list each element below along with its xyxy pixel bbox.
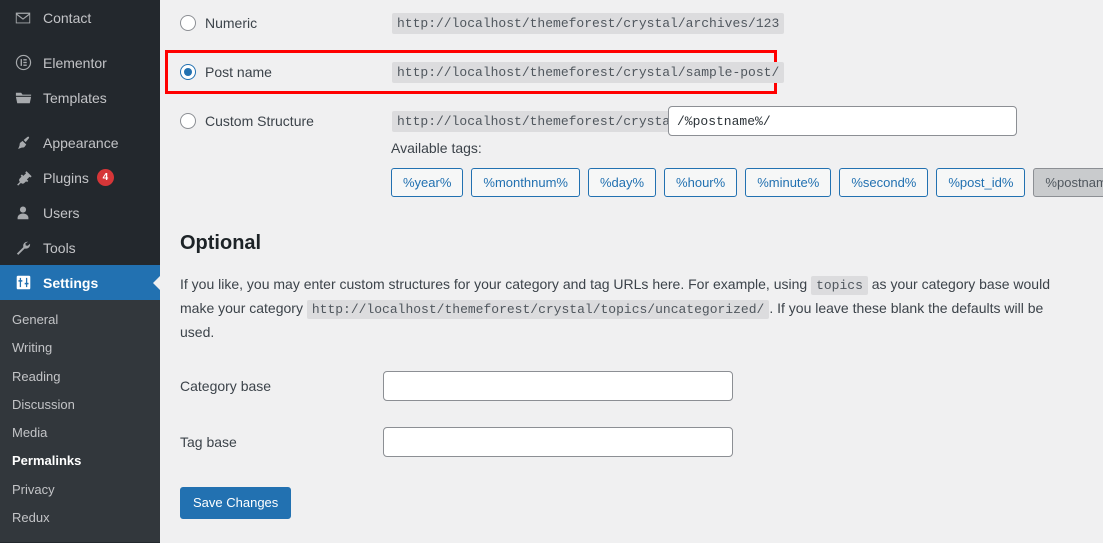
submenu-item-label: Media (12, 425, 48, 440)
tag-button-day[interactable]: %day% (587, 168, 657, 197)
submenu-item-media[interactable]: Media (0, 419, 160, 447)
submenu-item-label: Permalinks (12, 453, 82, 469)
permalink-option-label: Custom Structure (205, 113, 314, 129)
submenu-item-writing[interactable]: Writing (0, 334, 160, 362)
desc-code-category-url: http://localhost/themeforest/crystal/top… (306, 299, 770, 319)
available-tags-row: %year% %monthnum% %day% %hour% %minute% … (160, 168, 1103, 197)
sidebar-item-users[interactable]: Users (0, 195, 160, 230)
permalink-option-post-name-row[interactable]: Post name http://localhost/themeforest/c… (160, 46, 1103, 98)
submenu-item-label: General (12, 312, 59, 327)
permalinks-settings-content: Numeric http://localhost/themeforest/cry… (160, 0, 1103, 543)
permalink-option-url: http://localhost/themeforest/crystal/arc… (392, 12, 785, 34)
brush-icon (12, 133, 34, 153)
radio-post-name[interactable] (180, 64, 196, 80)
sidebar-item-settings[interactable]: Settings (0, 265, 161, 300)
submenu-item-label: Discussion (12, 396, 75, 412)
sidebar-item-tools[interactable]: Tools (0, 230, 160, 265)
permalink-option-custom-structure-row[interactable]: Custom Structure http://localhost/themef… (160, 98, 1103, 144)
tag-base-row: Tag base (160, 426, 1103, 457)
tag-button-hour[interactable]: %hour% (664, 168, 738, 197)
category-base-input[interactable] (383, 370, 733, 401)
permalink-option-label: Post name (205, 64, 272, 80)
elementor-icon (12, 53, 34, 73)
category-base-label: Category base (180, 377, 272, 394)
tag-button-year[interactable]: %year% (391, 168, 464, 197)
sidebar-item-label: Tools (43, 239, 76, 256)
menu-separator (0, 115, 160, 125)
submenu-item-redux[interactable]: Redux (0, 504, 160, 532)
sidebar-item-label: Elementor (43, 54, 107, 71)
desc-text-part-1: If you like, you may enter custom struct… (180, 276, 812, 292)
sidebar-item-contact[interactable]: Contact (0, 0, 160, 35)
sidebar-item-plugins[interactable]: Plugins 4 (0, 160, 160, 195)
settings-submenu: General Writing Reading Discussion Media… (0, 300, 160, 542)
permalink-option-url: http://localhost/themeforest/crystal/sam… (392, 61, 785, 83)
menu-separator (0, 35, 160, 45)
sidebar-item-templates[interactable]: Templates (0, 80, 160, 115)
tag-base-label: Tag base (180, 433, 237, 450)
tag-base-input[interactable] (383, 426, 733, 457)
sidebar-item-label: Contact (43, 9, 92, 26)
sidebar-item-label: Plugins (43, 169, 89, 186)
sidebar-item-label: Users (43, 204, 80, 221)
submenu-item-discussion[interactable]: Discussion (0, 391, 160, 419)
save-changes-button[interactable]: Save Changes (180, 486, 292, 519)
radio-custom-structure[interactable] (180, 113, 196, 129)
admin-sidebar: Contact Elementor Templates Appearance P… (0, 0, 161, 543)
sidebar-item-label: Appearance (43, 134, 119, 151)
wrench-icon (12, 238, 34, 258)
plugins-update-badge: 4 (96, 169, 114, 186)
tag-button-monthnum[interactable]: %monthnum% (471, 168, 580, 197)
sidebar-item-appearance[interactable]: Appearance (0, 125, 160, 160)
folder-icon (12, 88, 34, 108)
radio-numeric[interactable] (180, 15, 196, 31)
submenu-item-label: Reading (12, 368, 61, 384)
submenu-item-label: Privacy (12, 481, 55, 497)
custom-structure-input[interactable] (668, 106, 1017, 136)
category-base-row: Category base (160, 370, 1103, 401)
tag-button-second[interactable]: %second% (839, 168, 929, 197)
permalink-option-numeric-row[interactable]: Numeric http://localhost/themeforest/cry… (160, 0, 1103, 46)
submenu-item-label: Writing (12, 340, 53, 356)
submit-row: Save Changes (160, 486, 1103, 519)
submenu-item-privacy[interactable]: Privacy (0, 476, 160, 504)
permalink-option-url: http://localhost/themeforest/crystal (392, 110, 683, 132)
tag-button-minute[interactable]: %minute% (745, 168, 832, 197)
submenu-item-reading[interactable]: Reading (0, 363, 160, 391)
submenu-item-general[interactable]: General (0, 306, 160, 334)
envelope-icon (12, 8, 34, 28)
optional-section-title: Optional (180, 232, 262, 254)
permalink-option-label: Numeric (205, 15, 258, 31)
sidebar-item-elementor[interactable]: Elementor (0, 45, 160, 80)
desc-code-topics: topics (811, 276, 868, 295)
wordpress-admin-permalinks-page: Contact Elementor Templates Appearance P… (0, 0, 1103, 543)
tag-button-postname: %postname% (1033, 168, 1103, 197)
sliders-icon (12, 273, 34, 293)
plug-icon (12, 168, 34, 188)
tag-button-post-id[interactable]: %post_id% (936, 168, 1026, 197)
sidebar-item-label: Templates (43, 89, 107, 106)
user-icon (12, 203, 34, 223)
submenu-item-label: Redux (12, 509, 50, 525)
submenu-item-permalinks[interactable]: Permalinks (0, 447, 160, 475)
optional-description: If you like, you may enter custom struct… (160, 273, 1085, 343)
sidebar-item-label: Settings (43, 274, 99, 291)
